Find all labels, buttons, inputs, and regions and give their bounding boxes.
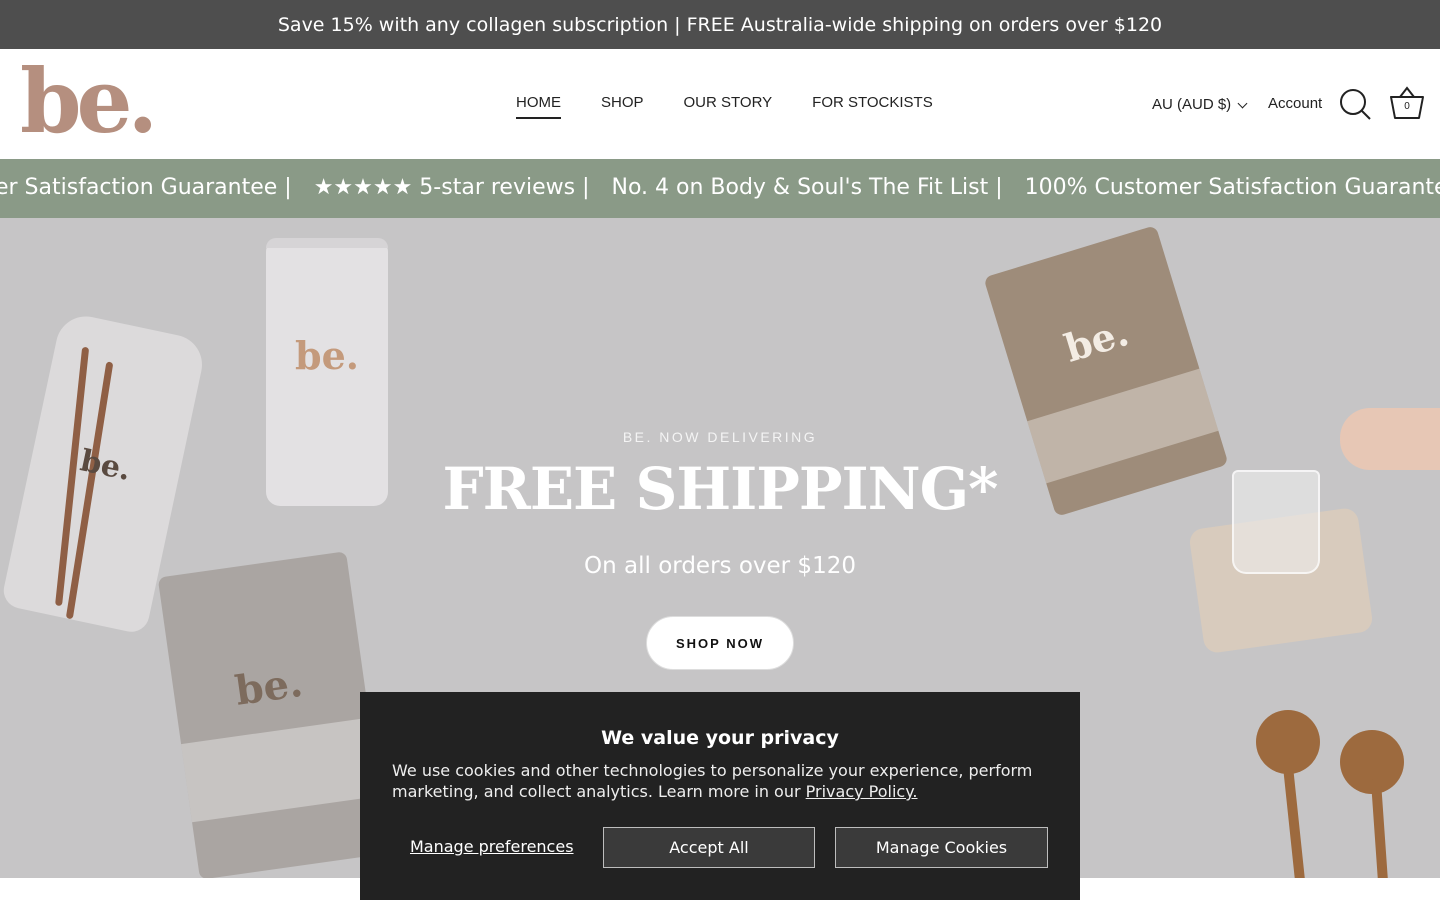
currency-selector[interactable]: AU (AUD $) (1152, 96, 1248, 113)
scoop-handle-image (1370, 777, 1392, 878)
marquee-item: 100% Customer Satisfaction Guarantee | (1024, 175, 1440, 200)
nav-home[interactable]: HOME (516, 94, 561, 119)
account-link[interactable]: Account (1268, 95, 1322, 112)
cookie-banner: We value your privacy We use cookies and… (360, 692, 1080, 900)
manage-preferences-link[interactable]: Manage preferences (410, 837, 574, 856)
cookie-body-text: We use cookies and other technologies to… (392, 761, 1033, 801)
hero-subheadline: On all orders over $120 (584, 553, 856, 579)
search-icon[interactable] (1338, 87, 1372, 121)
bag-logo: be. (1059, 309, 1134, 371)
accept-all-button[interactable]: Accept All (603, 827, 815, 868)
currency-label: AU (AUD $) (1152, 96, 1232, 113)
nav-shop[interactable]: SHOP (601, 94, 644, 111)
product-bag-image: be. (157, 551, 389, 878)
marquee-item: stomer Satisfaction Guarantee | (0, 175, 292, 200)
marquee-item: No. 4 on Body & Soul's The Fit List | (611, 175, 1003, 200)
nav-for-stockists[interactable]: FOR STOCKISTS (812, 94, 933, 111)
shop-now-button[interactable]: SHOP NOW (646, 616, 794, 670)
cart-button[interactable]: 0 (1388, 85, 1426, 121)
cookie-title: We value your privacy (601, 727, 839, 749)
hero-headline: FREE SHIPPING* (442, 455, 998, 523)
marquee-item: ★★★★★ 5-star reviews | (313, 175, 590, 200)
cart-count: 0 (1404, 101, 1410, 112)
announcement-text: Save 15% with any collagen subscription … (277, 13, 1163, 36)
brand-logo[interactable]: be. (20, 57, 158, 145)
site-header: be. HOME SHOP OUR STORY FOR STOCKISTS AU… (0, 49, 1440, 159)
bag-logo: be. (232, 658, 306, 715)
manage-cookies-button[interactable]: Manage Cookies (835, 827, 1048, 868)
bag-band (181, 717, 381, 823)
scoop-handle-image (1282, 757, 1308, 878)
privacy-policy-link[interactable]: Privacy Policy. (806, 782, 918, 801)
tube-logo: be. (295, 333, 359, 378)
chevron-down-icon (1237, 98, 1248, 108)
announcement-bar: Save 15% with any collagen subscription … (0, 0, 1440, 49)
main-nav: HOME SHOP OUR STORY FOR STOCKISTS (516, 94, 933, 119)
tube-lid (266, 238, 388, 248)
nav-our-story[interactable]: OUR STORY (684, 94, 773, 111)
hero-kicker: BE. NOW DELIVERING (622, 429, 818, 445)
marquee-track: stomer Satisfaction Guarantee | ★★★★★ 5-… (0, 175, 1440, 200)
marquee-bar: stomer Satisfaction Guarantee | ★★★★★ 5-… (0, 159, 1440, 218)
cookie-body: We use cookies and other technologies to… (392, 760, 1042, 802)
